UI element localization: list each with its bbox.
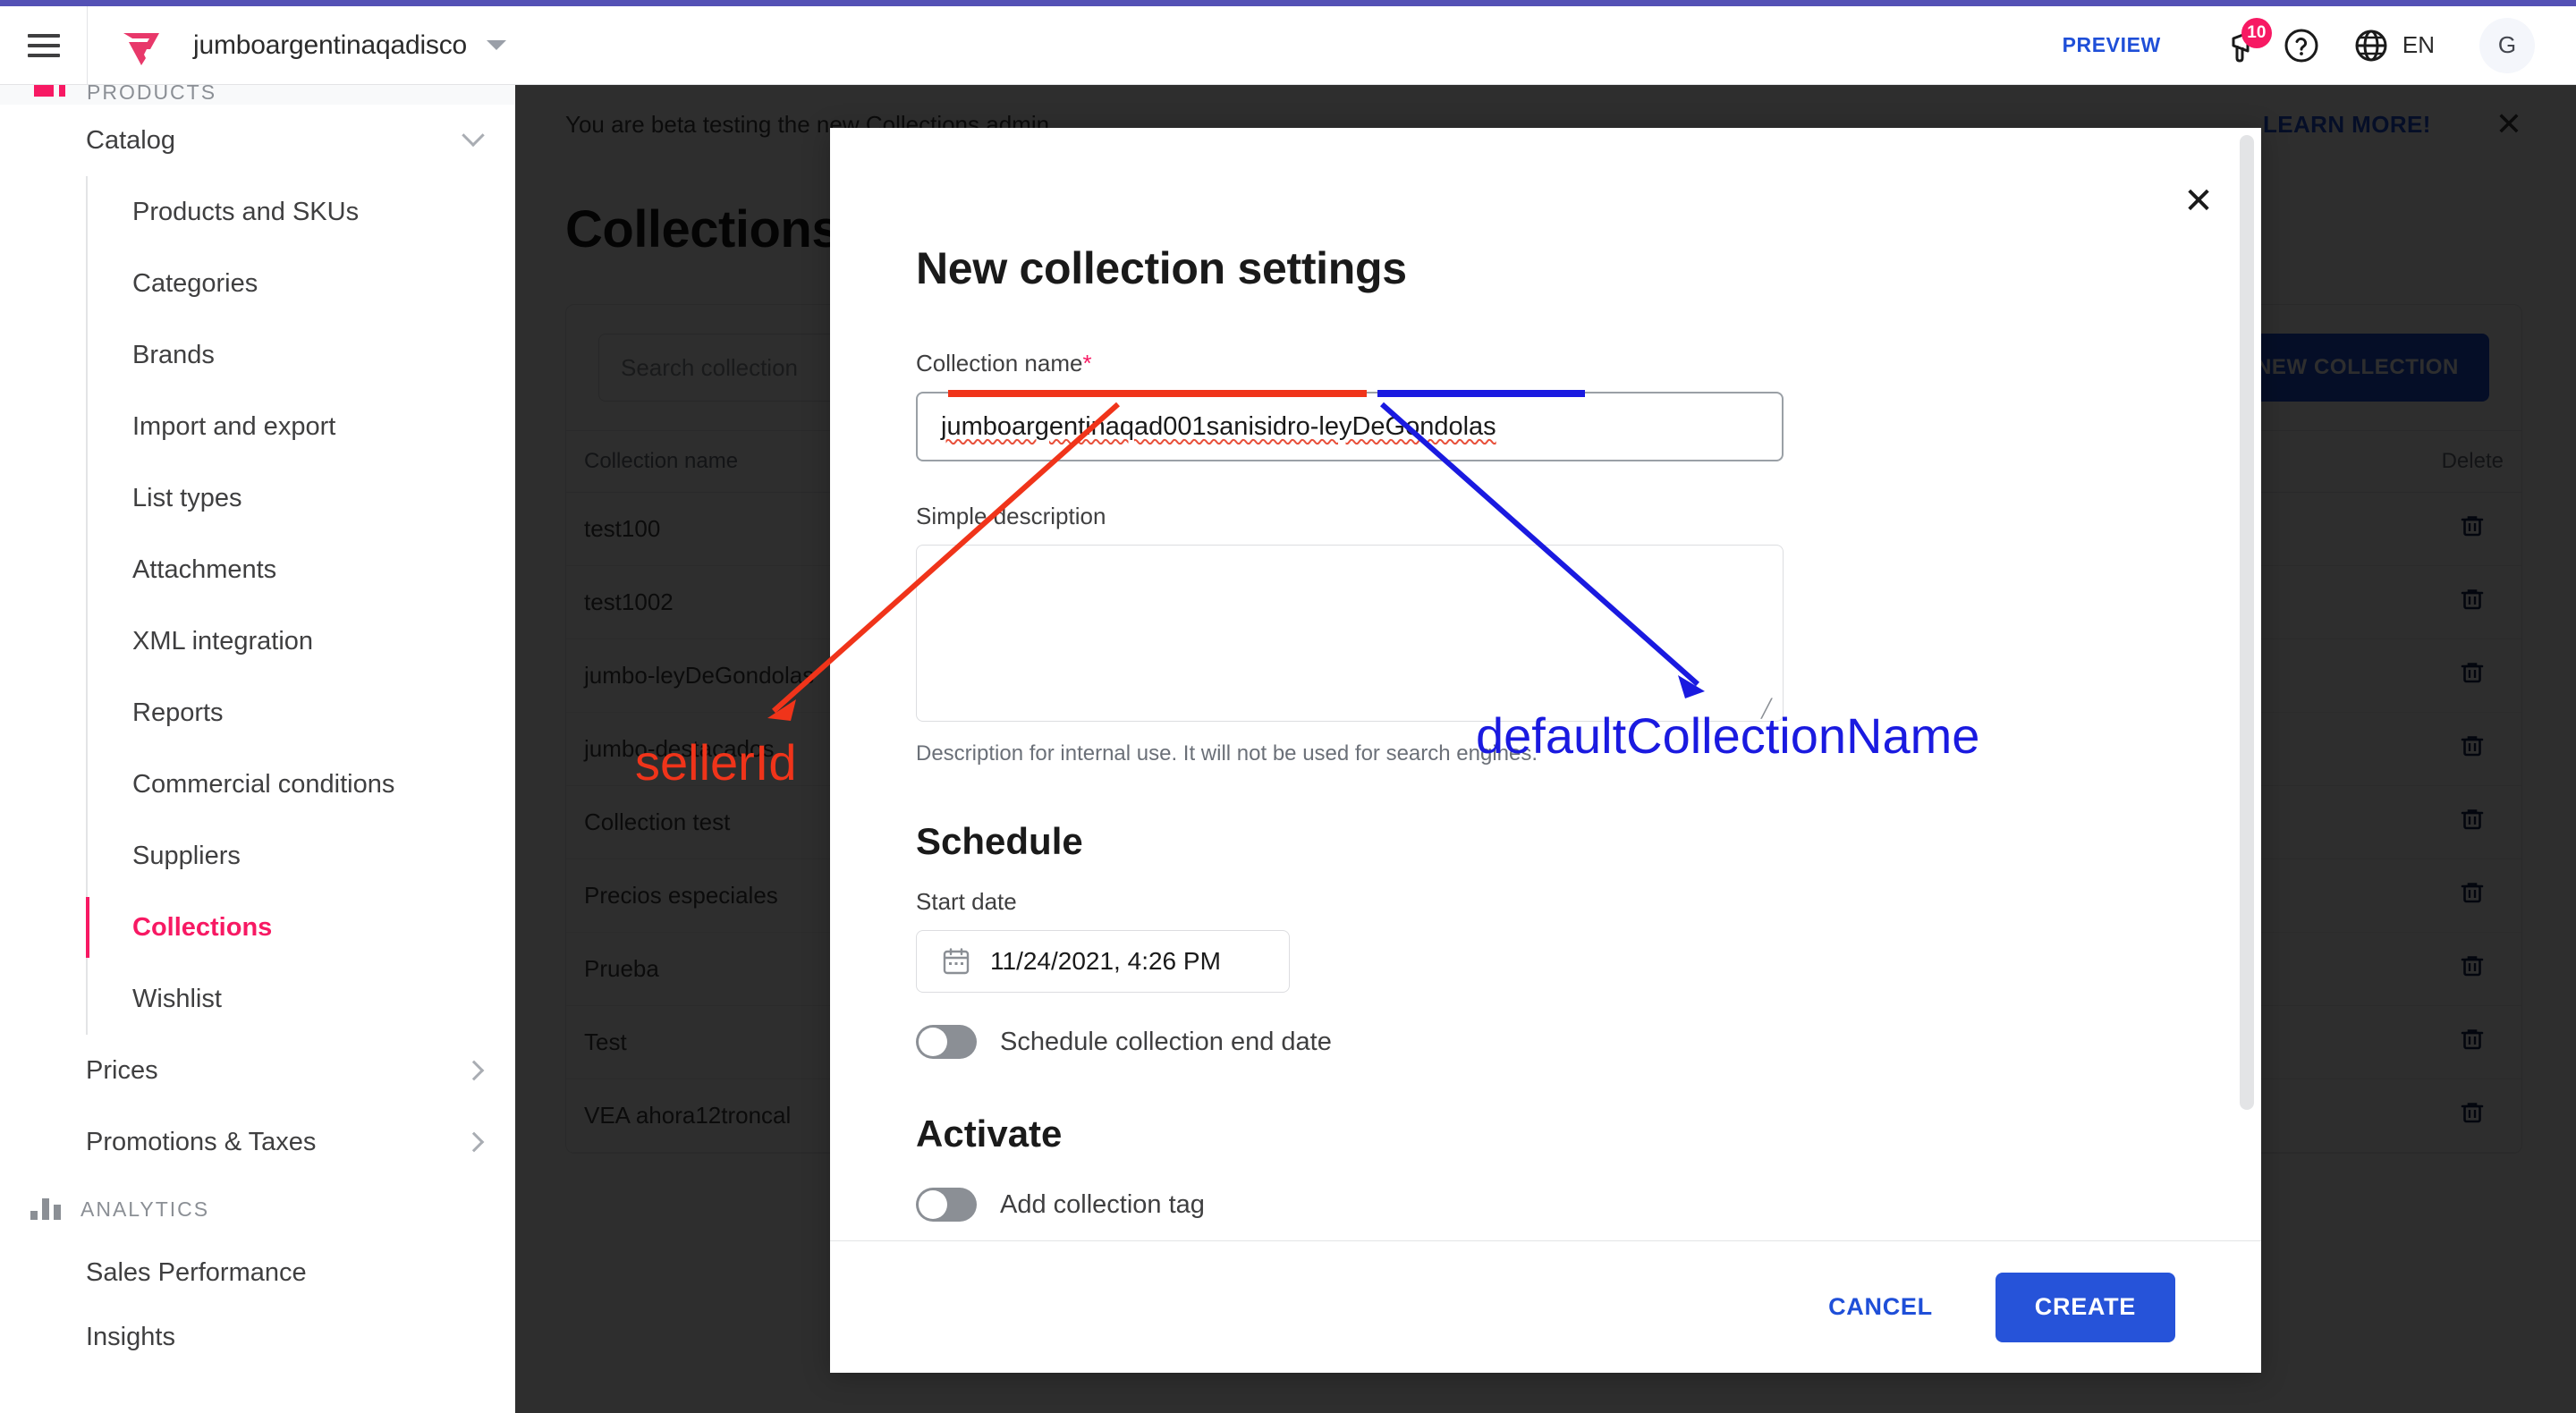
sidebar-group-label-promotions: Promotions & Taxes (86, 1127, 317, 1156)
vtex-logo-icon[interactable] (116, 21, 166, 71)
start-date-value: 11/24/2021, 4:26 PM (990, 947, 1221, 975)
collection-name-label-text: Collection name (916, 350, 1083, 377)
chevron-right-icon (463, 1060, 485, 1081)
sidebar: PRODUCTS Catalog Products and SKUs Categori… (0, 85, 515, 1413)
language-label: EN (2402, 31, 2435, 58)
chevron-down-icon[interactable] (487, 40, 507, 50)
sidebar-group-label-prices: Prices (86, 1055, 158, 1085)
required-asterisk: * (1082, 350, 1092, 377)
bar-chart-icon (30, 1198, 61, 1220)
sidebar-item-insights[interactable]: Insights (0, 1305, 515, 1369)
sidebar-item-import-and-export[interactable]: Import and export (88, 391, 515, 462)
products-icon (34, 85, 54, 97)
products-icon-bar (59, 85, 65, 97)
modal-content: ✕ New collection settings Collection nam… (830, 128, 2261, 1240)
modal-title: New collection settings (916, 243, 1407, 293)
sidebar-group-label-catalog: Catalog (86, 125, 175, 155)
sidebar-group-catalog[interactable]: Catalog (0, 105, 515, 176)
start-date-label: Start date (916, 888, 1017, 915)
globe-icon (2355, 30, 2387, 61)
sidebar-item-attachments[interactable]: Attachments (88, 534, 515, 605)
sidebar-item-collections[interactable]: Collections (86, 892, 515, 963)
activate-section-title: Activate (916, 1113, 1063, 1155)
chevron-down-icon (462, 123, 485, 148)
sidebar-item-wishlist[interactable]: Wishlist (88, 963, 515, 1035)
add-collection-tag-toggle[interactable] (916, 1188, 977, 1222)
topbar-actions: PREVIEW 10 EN G (2063, 17, 2576, 73)
collection-name-label: Collection name* (916, 350, 2175, 377)
annotation-label-defaultcollectionname: defaultCollectionName (1476, 707, 1980, 764)
toggle-knob (919, 1190, 947, 1219)
sidebar-item-suppliers[interactable]: Suppliers (88, 820, 515, 892)
collection-name-value: jumboargentinaqad001sanisidro-leyDeGondo… (941, 411, 1496, 441)
help-circle-icon (2284, 29, 2318, 62)
close-icon[interactable]: ✕ (2175, 178, 2222, 224)
schedule-end-date-toggle[interactable] (916, 1025, 977, 1059)
help-button[interactable] (2274, 18, 2329, 73)
sidebar-group-promotions[interactable]: Promotions & Taxes (0, 1106, 515, 1178)
menu-toggle-button[interactable] (0, 5, 88, 85)
annotation-label-sellerid: sellerId (635, 734, 797, 791)
cancel-button[interactable]: CANCEL (1816, 1277, 1945, 1337)
sidebar-item-products-and-skus[interactable]: Products and SKUs (88, 176, 515, 248)
preview-link[interactable]: PREVIEW (2063, 33, 2161, 57)
sidebar-item-brands[interactable]: Brands (88, 319, 515, 391)
collection-name-input[interactable]: jumboargentinaqad001sanisidro-leyDeGondo… (916, 392, 1784, 461)
sidebar-item-list-types[interactable]: List types (88, 462, 515, 534)
collection-tag-toggle-row: Add collection tag (916, 1188, 2175, 1222)
sidebar-section-analytics: ANALYTICS (0, 1178, 515, 1240)
sidebar-section-label-analytics: ANALYTICS (80, 1197, 210, 1221)
sidebar-section-products: PRODUCTS (0, 85, 515, 105)
account-name[interactable]: jumboargentinaqadisco (193, 30, 467, 61)
sidebar-item-xml-integration[interactable]: XML integration (88, 605, 515, 677)
notifications-button[interactable]: 10 (2218, 17, 2274, 73)
simple-description-label: Simple description (916, 503, 1106, 529)
sidebar-group-prices[interactable]: Prices (0, 1035, 515, 1106)
notification-badge: 10 (2241, 17, 2272, 48)
top-bar: jumboargentinaqadisco PREVIEW 10 EN G (0, 5, 2576, 85)
sidebar-catalog-items: Products and SKUs Categories Brands Import … (86, 176, 515, 1035)
hamburger-icon (27, 33, 60, 57)
sidebar-section-label-products: PRODUCTS (87, 85, 217, 104)
sidebar-item-reports[interactable]: Reports (88, 677, 515, 749)
schedule-end-date-label: Schedule collection end date (1000, 1027, 1332, 1056)
language-selector[interactable]: EN (2351, 25, 2435, 66)
simple-description-textarea[interactable]: ╱ (916, 545, 1784, 722)
sidebar-item-commercial-conditions[interactable]: Commercial conditions (88, 749, 515, 820)
sidebar-item-categories[interactable]: Categories (88, 248, 515, 319)
add-collection-tag-label: Add collection tag (1000, 1189, 1205, 1219)
schedule-section-title: Schedule (916, 820, 1083, 862)
start-date-input[interactable]: 11/24/2021, 4:26 PM (916, 930, 1290, 993)
end-date-toggle-row: Schedule collection end date (916, 1025, 2175, 1059)
avatar[interactable]: G (2479, 17, 2535, 73)
modal-scrollbar[interactable] (2240, 135, 2254, 1110)
calendar-icon (943, 948, 970, 975)
top-accent-strip (0, 0, 2576, 6)
modal-footer: CANCEL CREATE (830, 1240, 2261, 1373)
create-button[interactable]: CREATE (1995, 1272, 2175, 1342)
chevron-right-icon (463, 1131, 485, 1153)
toggle-knob (919, 1028, 947, 1056)
sidebar-item-sales-performance[interactable]: Sales Performance (0, 1240, 515, 1305)
